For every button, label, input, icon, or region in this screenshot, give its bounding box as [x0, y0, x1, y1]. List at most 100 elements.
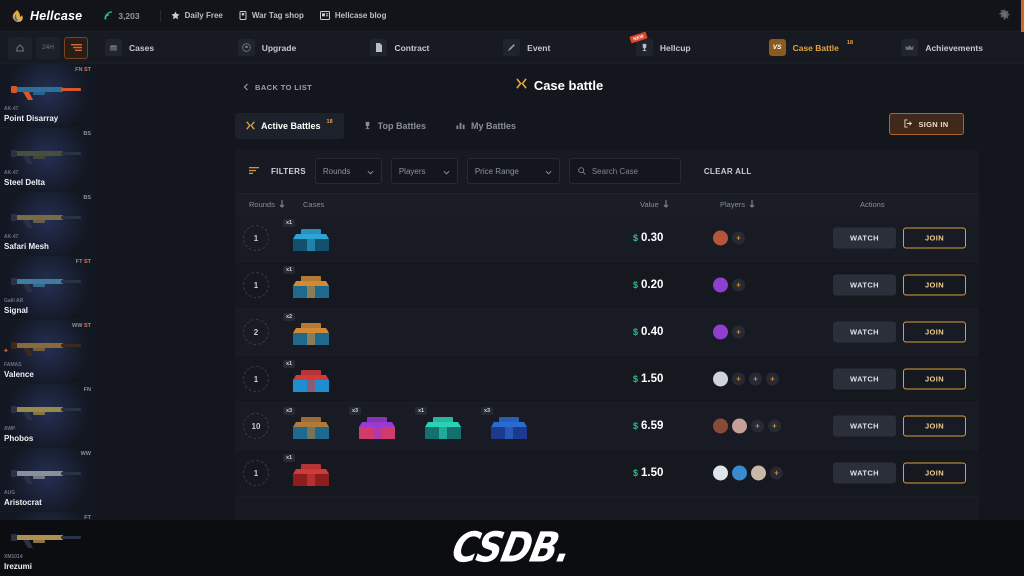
sidebar-skin-item[interactable]: BS AK-47 Safari Mesh — [0, 192, 95, 256]
rounds-select-label: Rounds — [322, 166, 351, 176]
add-player-slot[interactable]: + — [766, 372, 779, 386]
sidebar-skin-item[interactable]: WW ST ✦ FAMAS Valence — [0, 320, 95, 384]
watch-button[interactable]: WATCH — [833, 415, 896, 437]
watch-button[interactable]: WATCH — [833, 274, 896, 296]
nav-item-case-battle[interactable]: VS Case Battle 18 — [759, 32, 892, 64]
add-player-slot[interactable]: + — [768, 419, 781, 433]
case-item[interactable]: x2 — [283, 313, 337, 351]
nav-item-label: Hellcup — [659, 42, 691, 53]
players-select[interactable]: Players — [390, 158, 458, 184]
nav-item-hellcup[interactable]: NEW Hellcup — [626, 31, 759, 64]
watch-button[interactable]: WATCH — [833, 462, 896, 484]
add-player-slot[interactable]: + — [732, 372, 745, 386]
column-label: Cases — [303, 200, 325, 209]
tab-my-battles[interactable]: My Battles — [445, 113, 527, 139]
weapon-image — [11, 342, 81, 356]
nav-item-label: Achievements — [925, 42, 983, 53]
chevron-down-icon — [443, 162, 450, 180]
table-row[interactable]: 1 x1 $1.50 + WATCH JOIN — [235, 450, 979, 497]
sidebar-skin-item[interactable]: WW AUG Aristocrat — [0, 448, 95, 512]
add-player-slot[interactable]: + — [732, 231, 745, 245]
nav-item-cases[interactable]: Cases — [95, 32, 228, 64]
skin-name: Steel Delta — [4, 178, 45, 187]
battle-value: $0.40 — [633, 326, 663, 338]
skin-category: XM1014 — [4, 554, 23, 560]
nav-chip-bars[interactable] — [64, 36, 88, 59]
search-case-input[interactable]: Search Case — [568, 158, 681, 184]
price-range-select[interactable]: Price Range — [466, 158, 560, 184]
sidebar-skin-item[interactable]: FT ST Galil AR Signal — [0, 256, 95, 320]
case-item[interactable]: x1 — [283, 360, 337, 398]
table-row[interactable]: 1 x1 $0.30 + WATCH JOIN — [235, 215, 979, 262]
watch-button[interactable]: WATCH — [833, 321, 896, 343]
gear-icon[interactable] — [999, 7, 1010, 25]
players-list: + + + — [713, 371, 779, 387]
chart-icon — [456, 117, 465, 135]
join-button[interactable]: JOIN — [903, 462, 966, 484]
case-item[interactable]: x1 — [283, 454, 337, 492]
case-item[interactable]: x1 — [283, 266, 337, 304]
divider — [159, 9, 161, 22]
skins-sidebar[interactable]: FN ST AK-47 Point Disarray BS AK-47 Steel Del… — [0, 64, 95, 576]
weapon-image — [11, 86, 81, 100]
rounds-select[interactable]: Rounds — [314, 158, 382, 184]
join-button[interactable]: JOIN — [903, 274, 966, 296]
table-row[interactable]: 2 x2 $0.40 + WATCH JOIN — [235, 309, 979, 356]
add-player-slot[interactable]: + — [732, 278, 745, 292]
watch-button[interactable]: WATCH — [833, 227, 896, 249]
nav-chip-24h[interactable]: 24H — [36, 36, 60, 59]
case-item[interactable]: x1 — [283, 219, 337, 257]
weapon-image — [11, 406, 81, 420]
table-row[interactable]: 10 x3 x3 x1 x3 $6.59 + + WATCH JOIN — [235, 403, 979, 450]
topbar-link-hellcase-blog[interactable]: Hellcase blog — [319, 7, 386, 25]
case-item[interactable]: x1 — [415, 407, 469, 445]
players-list: + + — [713, 418, 781, 434]
sidebar-skin-item[interactable]: BS AK-47 Steel Delta — [0, 128, 95, 192]
add-player-slot[interactable]: + — [770, 466, 783, 480]
case-multiplier: x1 — [283, 266, 296, 274]
cases-list: x1 — [283, 360, 337, 398]
clear-all-button[interactable]: CLEAR ALL — [704, 167, 752, 176]
add-player-slot[interactable]: + — [751, 419, 764, 433]
arrow-down-icon — [279, 199, 285, 210]
column-header-cases: Cases — [303, 200, 324, 209]
tab-top-battles[interactable]: Top Battles — [352, 113, 437, 139]
table-row[interactable]: 1 x1 $0.20 + WATCH JOIN — [235, 262, 979, 309]
nav-item-contract[interactable]: Contract — [360, 32, 493, 64]
search-icon — [578, 162, 586, 180]
nav-item-event[interactable]: Event — [493, 32, 626, 64]
join-button[interactable]: JOIN — [903, 227, 966, 249]
sidebar-skin-item[interactable]: FN ST AK-47 Point Disarray — [0, 64, 95, 128]
nav-item-achievements[interactable]: Achievements — [891, 32, 1024, 64]
watch-button[interactable]: WATCH — [833, 368, 896, 390]
sidebar-skin-item[interactable]: FN AWP Phobos — [0, 384, 95, 448]
watermark-text: CSDB. — [448, 524, 576, 572]
case-item[interactable]: x3 — [283, 407, 337, 445]
skin-name: Valence — [4, 370, 34, 379]
tab-active-battles[interactable]: Active Battles 18 — [235, 113, 344, 139]
sign-in-button[interactable]: SIGN IN — [889, 113, 964, 135]
join-button[interactable]: JOIN — [903, 321, 966, 343]
skin-name: Point Disarray — [4, 114, 59, 123]
avatar — [713, 277, 728, 293]
topbar-link-daily-free[interactable]: Daily Free — [171, 7, 223, 25]
weapon-image — [11, 214, 81, 228]
join-button[interactable]: JOIN — [903, 415, 966, 437]
nav-item-upgrade[interactable]: Upgrade — [228, 32, 361, 64]
battles-panel: FILTERS Rounds Players Price Range Searc… — [235, 149, 979, 576]
topbar-link-war-tag-shop[interactable]: War Tag shop — [239, 7, 304, 25]
case-item[interactable]: x3 — [349, 407, 403, 445]
column-header-rounds[interactable]: Rounds — [249, 199, 285, 210]
add-player-slot[interactable]: + — [749, 372, 762, 386]
column-header-actions: Actions — [860, 200, 885, 209]
brand-logo[interactable]: Hellcase — [10, 9, 82, 23]
skin-wear: WW ST — [72, 323, 91, 329]
join-button[interactable]: JOIN — [903, 368, 966, 390]
skin-category: Galil AR — [4, 298, 24, 304]
column-header-value[interactable]: Value — [640, 199, 669, 210]
table-row[interactable]: 1 x1 $1.50 + + + WATCH JOIN — [235, 356, 979, 403]
case-item[interactable]: x3 — [481, 407, 535, 445]
add-player-slot[interactable]: + — [732, 325, 745, 339]
nav-chip-top-drop[interactable] — [8, 36, 32, 59]
column-header-players[interactable]: Players — [720, 199, 755, 210]
